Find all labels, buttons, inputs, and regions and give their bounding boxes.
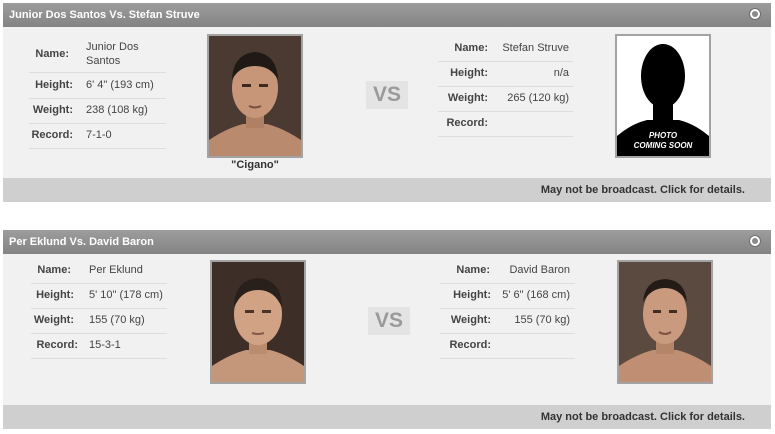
fighter2-height-row: Height: n/a: [438, 61, 573, 87]
record-label: Record:: [36, 339, 78, 351]
fighter2-weight-row: Weight: 265 (120 kg): [438, 86, 573, 112]
bout-card: Per Eklund Vs. David Baron Name: Per Ekl…: [3, 230, 771, 429]
fighter2-weight-row: Weight: 155 (70 kg): [440, 308, 575, 334]
fighter2-name: David Baron: [509, 264, 570, 276]
height-label: Height:: [453, 289, 491, 301]
bout-title: Per Eklund Vs. David Baron: [3, 230, 771, 254]
photo-coming-soon-line2: COMING SOON: [633, 141, 693, 150]
fighter2-weight: 155 (70 kg): [514, 314, 570, 326]
fighter1-nickname: "Cigano": [231, 159, 279, 171]
fighter2-record-row: Record:: [438, 111, 573, 137]
weight-label: Weight:: [450, 314, 491, 326]
broadcast-notice-link[interactable]: May not be broadcast. Click for details.: [3, 178, 771, 202]
vs-badge: VS: [366, 81, 408, 109]
bout-title: Junior Dos Santos Vs. Stefan Struve: [3, 3, 771, 27]
fighter1-record: 15-3-1: [89, 339, 121, 351]
fighter1-record: 7-1-0: [86, 129, 112, 141]
fighter1-name-row: Name: Per Eklund: [31, 258, 167, 284]
name-label: Name:: [454, 42, 488, 54]
fighter1-record-row: Record: 15-3-1: [31, 333, 167, 359]
fighter2-height: 5' 6" (168 cm): [502, 289, 570, 301]
photo-coming-soon-line1: PHOTO: [648, 131, 678, 140]
fighter1-height: 5' 10" (178 cm): [89, 289, 163, 301]
weight-label: Weight:: [447, 92, 488, 104]
face-image: [619, 262, 711, 382]
collapse-toggle-icon[interactable]: [750, 9, 760, 19]
record-label: Record:: [31, 129, 73, 141]
fighter1-weight: 238 (108 kg): [86, 104, 148, 116]
weight-label: Weight:: [32, 104, 73, 116]
face-image: [212, 262, 304, 382]
fighter1-photo: [207, 34, 303, 158]
collapse-toggle-icon[interactable]: [750, 236, 760, 246]
fighter2-name: Stefan Struve: [502, 42, 569, 54]
fighter2-record-row: Record:: [440, 333, 575, 359]
name-label: Name:: [456, 264, 490, 276]
fighter1-height-row: Height: 5' 10" (178 cm): [31, 283, 167, 309]
fighter1-record-row: Record: 7-1-0: [29, 123, 166, 149]
fighter2-height-row: Height: 5' 6" (168 cm): [440, 283, 575, 309]
name-label: Name:: [35, 48, 69, 60]
fighter2-name-row: Name: David Baron: [440, 258, 575, 284]
fighter2-weight: 265 (120 kg): [507, 92, 569, 104]
bout-card: Junior Dos Santos Vs. Stefan Struve Name…: [3, 3, 771, 202]
fighter2-name-row: Name: Stefan Struve: [438, 36, 573, 62]
fighter1-weight-row: Weight: 155 (70 kg): [31, 308, 167, 334]
fighter2-height: n/a: [553, 67, 569, 79]
fighter1-weight: 155 (70 kg): [89, 314, 145, 326]
face-image: [209, 36, 301, 156]
height-label: Height:: [35, 79, 73, 91]
fighter1-photo: [210, 260, 306, 384]
fighter1-height-row: Height: 6' 4" (193 cm): [29, 73, 166, 99]
broadcast-notice-link[interactable]: May not be broadcast. Click for details.: [3, 405, 771, 429]
fighter1-name: Per Eklund: [89, 264, 143, 276]
height-label: Height:: [450, 67, 488, 79]
fighter1-name: Junior Dos Santos: [86, 41, 139, 67]
height-label: Height:: [36, 289, 74, 301]
fighter1-name-row: Name: Junior Dos Santos: [29, 36, 166, 73]
record-label: Record:: [446, 117, 488, 129]
fighter2-photo-placeholder: PHOTO COMING SOON: [615, 34, 711, 158]
record-label: Record:: [449, 339, 491, 351]
fighter1-height: 6' 4" (193 cm): [86, 79, 154, 91]
vs-badge: VS: [368, 307, 410, 335]
fighter2-photo: [617, 260, 713, 384]
fighter1-weight-row: Weight: 238 (108 kg): [29, 98, 166, 124]
name-label: Name:: [37, 264, 71, 276]
weight-label: Weight:: [33, 314, 74, 326]
